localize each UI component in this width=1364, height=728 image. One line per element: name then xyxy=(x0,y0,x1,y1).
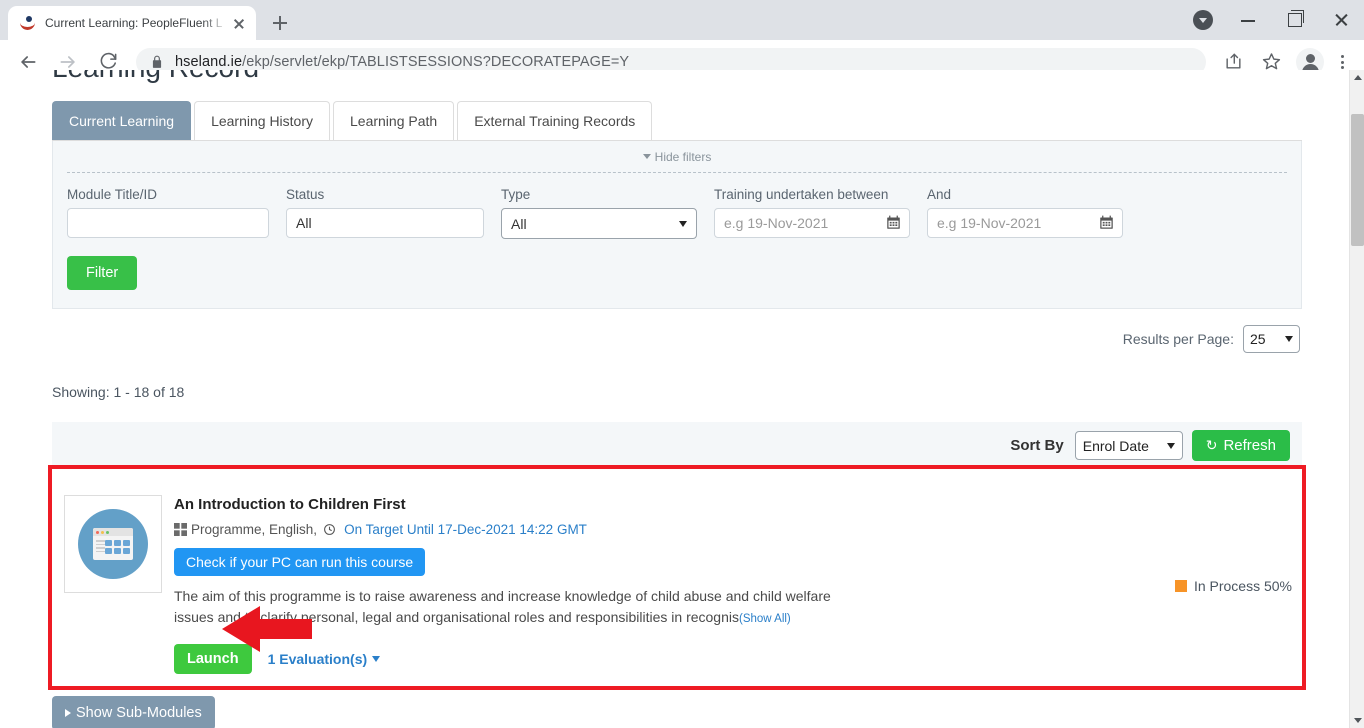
pc-check-button[interactable]: Check if your PC can run this course xyxy=(174,548,426,576)
results-per-page-value: 25 xyxy=(1250,331,1266,347)
browser-tab[interactable]: Current Learning: PeopleFluent L xyxy=(8,6,256,40)
course-details: An Introduction to Children First Progra… xyxy=(162,495,1175,674)
filter-fields-row: Module Title/ID Status All Type All Trai… xyxy=(67,187,1287,239)
url-text: hseland.ie/ekp/servlet/ekp/TABLISTSESSIO… xyxy=(175,54,629,70)
course-delivery: Programme, English, xyxy=(191,522,318,537)
chevron-down-icon xyxy=(1285,336,1293,342)
maximize-icon[interactable] xyxy=(1272,0,1318,40)
module-title-label: Module Title/ID xyxy=(67,187,158,202)
tab-external-training-records[interactable]: External Training Records xyxy=(457,101,653,140)
date-to-input[interactable]: e.g 19-Nov-2021 xyxy=(927,208,1123,238)
scrollbar-thumb[interactable] xyxy=(1351,114,1364,246)
browser-window-icon xyxy=(78,509,148,579)
type-label: Type xyxy=(501,187,531,202)
caret-right-icon xyxy=(65,709,71,717)
new-tab-button[interactable] xyxy=(266,9,294,37)
page-title: Learning Record xyxy=(52,70,259,83)
status-badge: In Process 50% xyxy=(1174,495,1292,674)
chevron-down-icon xyxy=(642,154,651,159)
course-meta: Programme, English, On Target Until 17-D… xyxy=(174,522,1175,537)
show-all-link[interactable]: (Show All) xyxy=(739,613,791,625)
showing-count: Showing: 1 - 18 of 18 xyxy=(52,384,185,400)
status-text: In Process 50% xyxy=(1193,578,1292,594)
refresh-label: Refresh xyxy=(1223,437,1276,454)
sub-modules-bar: Show Sub-Modules xyxy=(52,686,1302,728)
learning-record-tabs: Current Learning Learning History Learni… xyxy=(52,101,1302,141)
sort-by-select[interactable]: Enrol Date xyxy=(1074,431,1183,460)
date-from-label: Training undertaken between xyxy=(714,187,889,202)
scroll-down-arrow[interactable] xyxy=(1350,713,1364,728)
sort-by-value: Enrol Date xyxy=(1082,437,1149,454)
results-per-page-row: Results per Page: 25 xyxy=(52,325,1302,353)
close-icon[interactable] xyxy=(1318,0,1364,40)
grid-icon xyxy=(174,523,187,536)
date-to-field[interactable]: e.g 19-Nov-2021 xyxy=(927,208,1123,238)
filter-panel: Hide filters Module Title/ID Status All … xyxy=(52,141,1302,309)
page-scrollbar[interactable] xyxy=(1349,70,1364,728)
url-path: /ekp/servlet/ekp/TABLISTSESSIONS?DECORAT… xyxy=(242,54,630,70)
chevron-down-icon xyxy=(679,220,687,227)
date-to-label: And xyxy=(927,187,952,202)
refresh-icon: ↻ xyxy=(1205,437,1218,453)
people-favicon xyxy=(20,15,36,31)
minimize-icon[interactable] xyxy=(1226,0,1272,40)
type-value: All xyxy=(511,215,527,232)
scroll-up-arrow[interactable] xyxy=(1350,70,1364,85)
module-title-input[interactable] xyxy=(67,208,269,238)
tab-current-learning[interactable]: Current Learning xyxy=(52,101,192,140)
show-sub-modules-button[interactable]: Show Sub-Modules xyxy=(52,696,215,728)
hide-filters-toggle[interactable]: Hide filters xyxy=(67,147,1287,173)
status-color-swatch xyxy=(1174,580,1187,592)
course-actions: Launch 1 Evaluation(s) xyxy=(174,644,1175,674)
date-from-field[interactable]: e.g 19-Nov-2021 xyxy=(714,208,910,238)
chevron-down-icon xyxy=(372,656,381,662)
tab-strip: Current Learning: PeopleFluent L xyxy=(0,0,1364,40)
filter-date-from-group: Training undertaken between e.g 19-Nov-2… xyxy=(714,187,910,239)
calendar-icon[interactable] xyxy=(886,215,901,230)
status-input[interactable]: All xyxy=(286,208,484,238)
filter-date-to-group: And e.g 19-Nov-2021 xyxy=(927,187,1123,239)
url-host: hseland.ie xyxy=(175,54,243,70)
filter-type-group: Type All xyxy=(501,187,697,239)
date-from-input[interactable]: e.g 19-Nov-2021 xyxy=(714,208,910,238)
clock-icon xyxy=(323,523,336,536)
tab-title: Current Learning: PeopleFluent L xyxy=(45,16,223,30)
filter-button[interactable]: Filter xyxy=(67,256,138,290)
results-per-page-select[interactable]: 25 xyxy=(1243,325,1300,353)
filter-status-group: Status All xyxy=(286,187,484,239)
red-pointer-arrow xyxy=(222,604,312,659)
chevron-down-icon xyxy=(1166,442,1175,449)
tab-learning-history[interactable]: Learning History xyxy=(194,101,330,140)
results-per-page-label: Results per Page: xyxy=(1122,331,1234,347)
page-content: Learning Record Current Learning Learnin… xyxy=(0,70,1349,728)
course-thumbnail xyxy=(64,495,162,593)
course-due-date[interactable]: On Target Until 17-Dec-2021 14:22 GMT xyxy=(344,522,587,537)
filter-module-title-group: Module Title/ID xyxy=(67,187,269,239)
sort-by-label: Sort By xyxy=(1010,437,1064,454)
type-select[interactable]: All xyxy=(501,208,697,239)
page-viewport: Learning Record Current Learning Learnin… xyxy=(0,70,1364,728)
window-controls xyxy=(1180,0,1364,40)
browser-window: Current Learning: PeopleFluent L hseland… xyxy=(0,0,1364,728)
sort-bar: Sort By Enrol Date ↻ Refresh xyxy=(52,422,1302,469)
refresh-button[interactable]: ↻ Refresh xyxy=(1191,430,1290,461)
course-title[interactable]: An Introduction to Children First xyxy=(174,496,1175,513)
calendar-icon[interactable] xyxy=(1099,215,1114,230)
close-tab-icon[interactable] xyxy=(230,14,248,32)
lock-icon xyxy=(150,55,164,69)
status-label: Status xyxy=(286,187,325,202)
tab-learning-path[interactable]: Learning Path xyxy=(333,101,455,140)
download-icon[interactable] xyxy=(1180,0,1226,40)
hide-filters-label: Hide filters xyxy=(654,150,712,164)
show-sub-modules-label: Show Sub-Modules xyxy=(76,705,202,721)
